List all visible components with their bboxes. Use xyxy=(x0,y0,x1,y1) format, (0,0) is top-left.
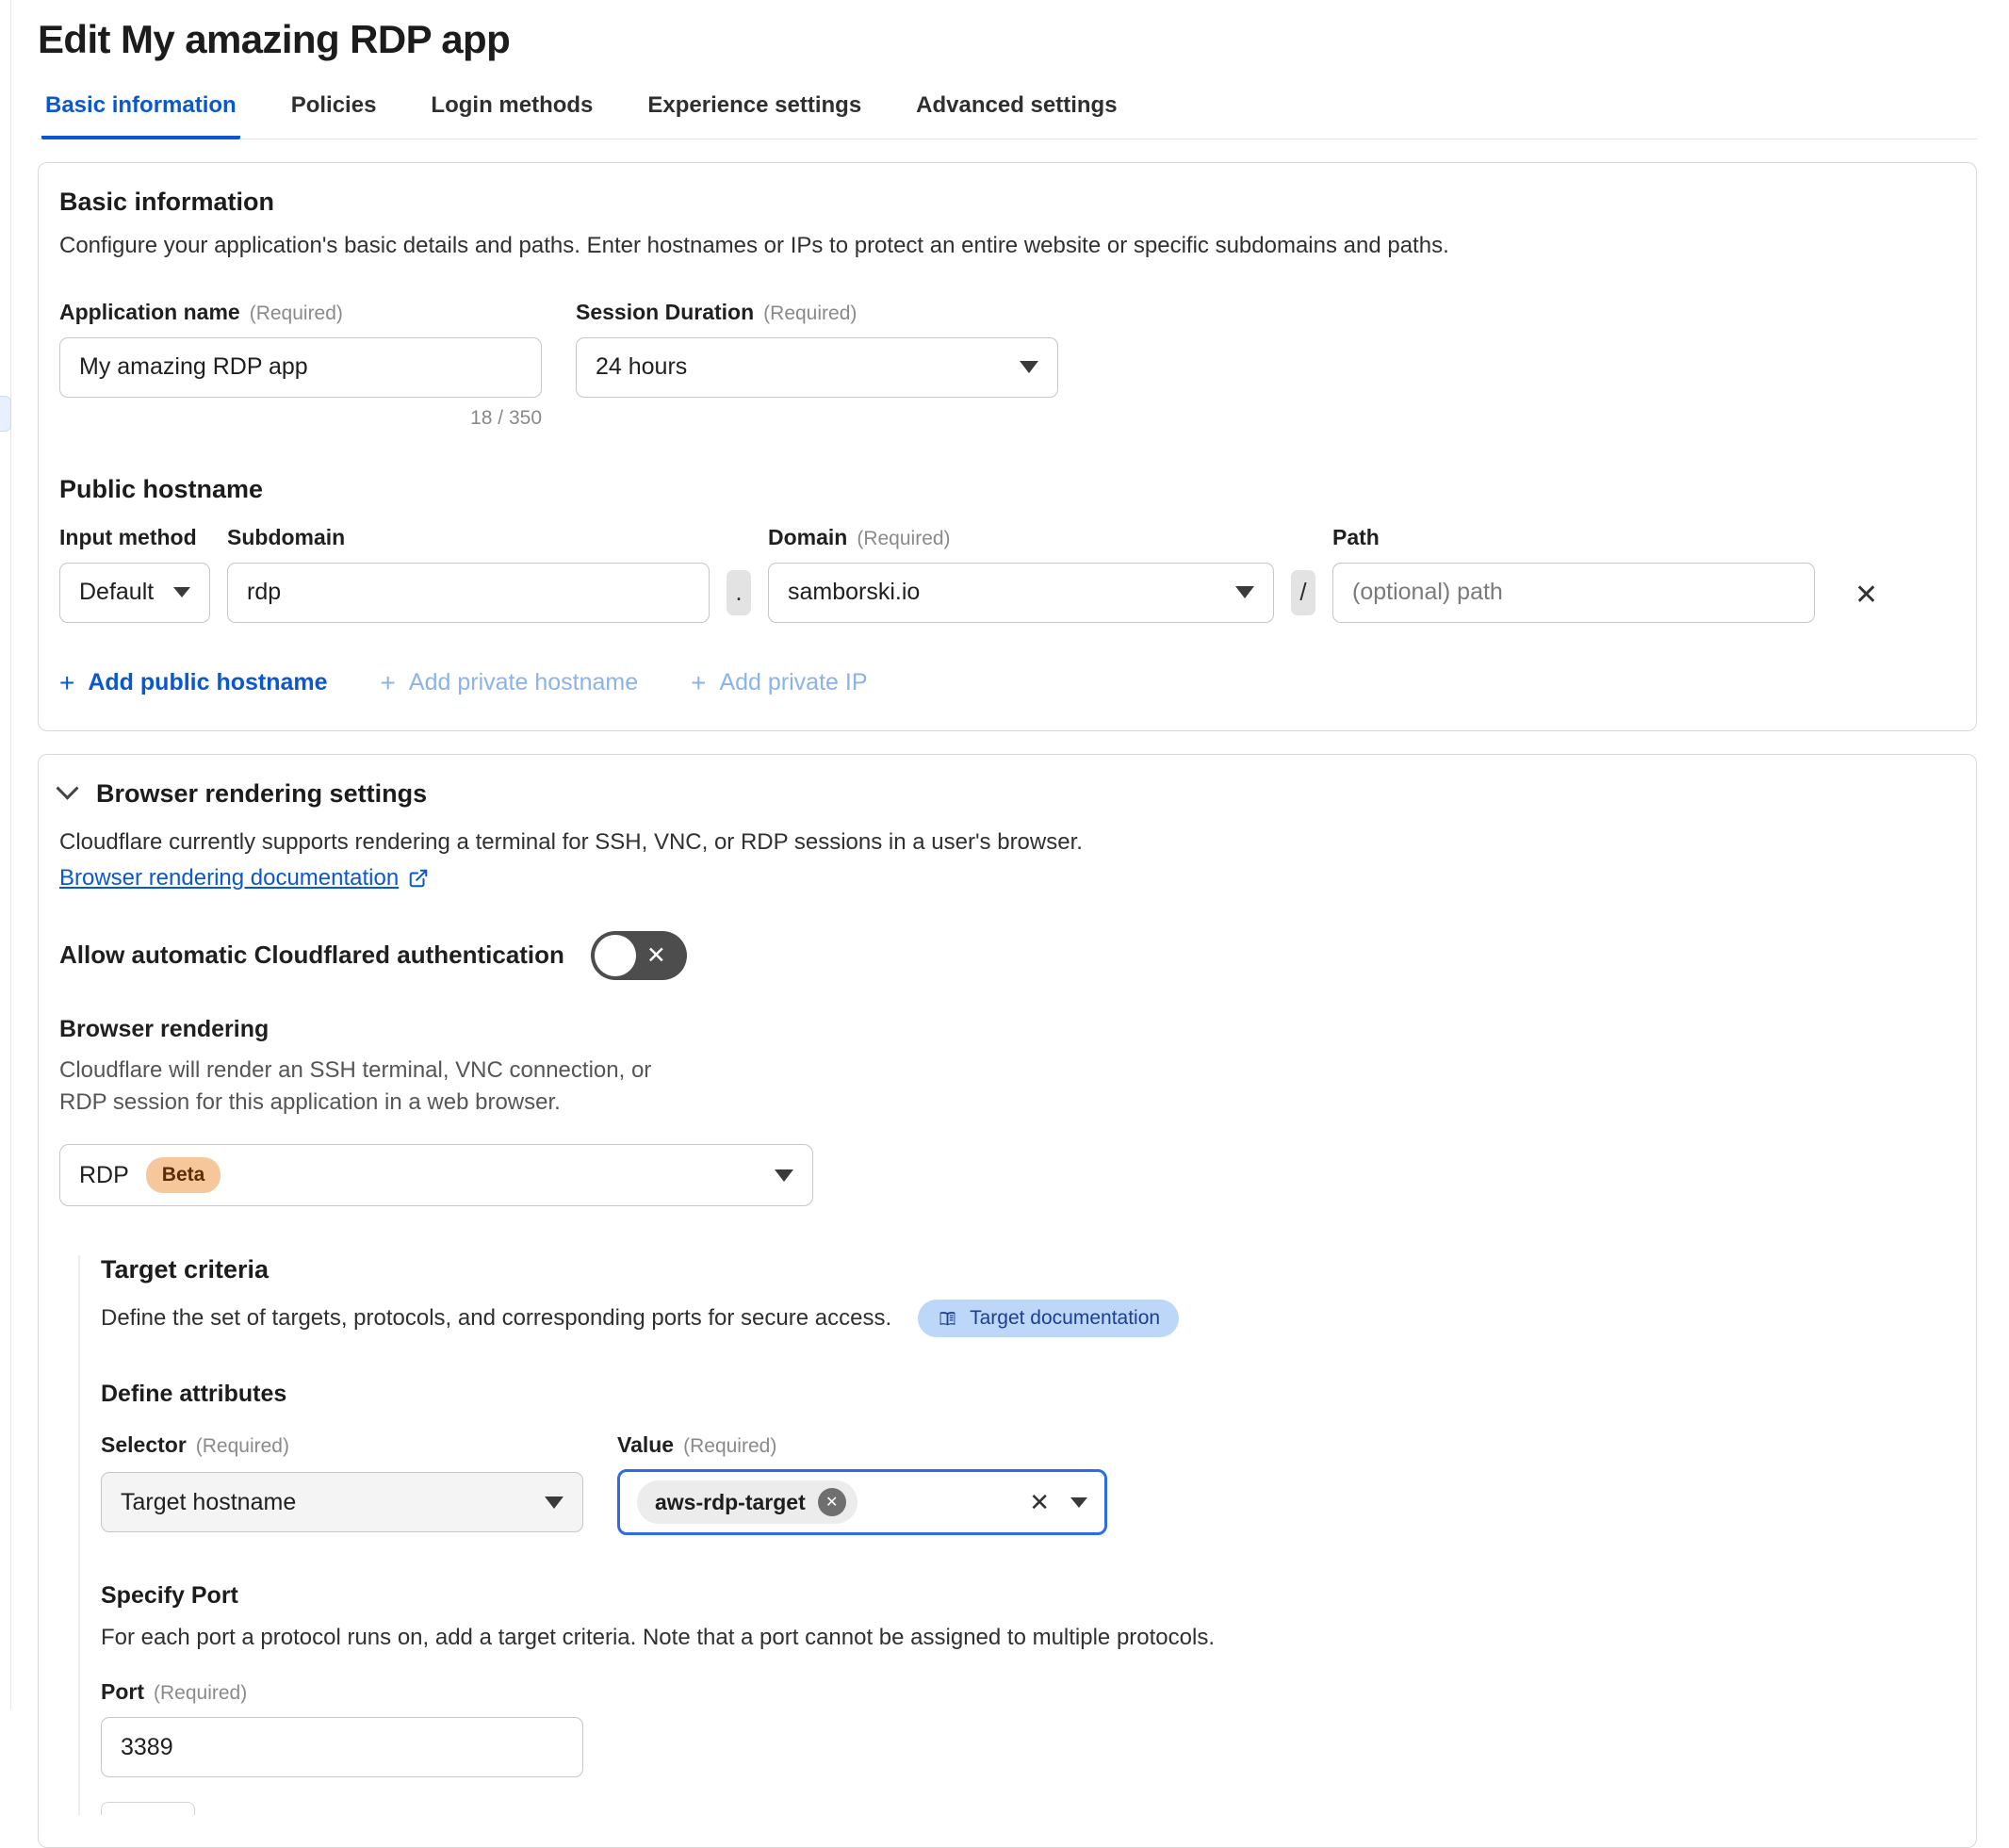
page-title: Edit My amazing RDP app xyxy=(38,17,1977,62)
value-tag: aws-rdp-target ✕ xyxy=(637,1480,858,1524)
remove-hostname-button[interactable]: ✕ xyxy=(1854,581,1878,610)
doc-link-label: Browser rendering documentation xyxy=(59,865,399,891)
target-documentation-badge[interactable]: Target documentation xyxy=(918,1300,1179,1337)
add-private-ip-label: Add private IP xyxy=(719,669,867,696)
plus-icon: + xyxy=(381,668,396,698)
session-duration-label: Session Duration xyxy=(576,300,754,325)
selector-label: Selector xyxy=(101,1432,187,1458)
chevron-down-icon xyxy=(173,587,190,597)
define-attributes-heading: Define attributes xyxy=(101,1381,1955,1408)
basic-information-heading: Basic information xyxy=(59,188,1955,217)
subdomain-label: Subdomain xyxy=(227,525,345,550)
specify-port-description: For each port a protocol runs on, add a … xyxy=(101,1625,1955,1651)
input-method-field-group: Input method Default xyxy=(59,525,210,623)
tab-bar: Basic information Policies Login methods… xyxy=(38,87,1977,139)
public-hostname-heading: Public hostname xyxy=(59,475,1955,504)
tab-login-methods[interactable]: Login methods xyxy=(427,87,596,139)
path-field-group: Path xyxy=(1332,525,1815,623)
selector-value: Target hostname xyxy=(121,1489,296,1516)
domain-label: Domain xyxy=(768,525,847,550)
toggle-off-icon: ✕ xyxy=(646,941,666,970)
toggle-knob xyxy=(595,935,636,976)
required-hint: (Required) xyxy=(250,303,343,325)
browser-rendering-mode-label: Browser rendering xyxy=(59,1016,1955,1043)
clear-values-icon[interactable]: ✕ xyxy=(1029,1488,1050,1517)
session-duration-value: 24 hours xyxy=(596,353,687,381)
hostname-actions-row: + Add public hostname + Add private host… xyxy=(59,668,1955,698)
browser-rendering-mode-select[interactable]: RDP Beta xyxy=(59,1144,813,1206)
browser-rendering-card: Browser rendering settings Cloudflare cu… xyxy=(38,754,1977,1848)
character-counter: 18 / 350 xyxy=(59,407,542,430)
browser-rendering-mode-description: Cloudflare will render an SSH terminal, … xyxy=(59,1055,672,1120)
add-private-hostname-button[interactable]: + Add private hostname xyxy=(381,668,639,698)
required-hint: (Required) xyxy=(763,303,857,325)
chevron-down-icon xyxy=(1070,1497,1087,1508)
beta-badge: Beta xyxy=(146,1157,221,1193)
value-tag-label: aws-rdp-target xyxy=(655,1490,806,1515)
tab-experience-settings[interactable]: Experience settings xyxy=(644,87,865,139)
book-icon xyxy=(937,1309,958,1329)
input-method-value: Default xyxy=(79,579,154,606)
chevron-down-icon xyxy=(775,1169,793,1182)
public-hostname-row: Input method Default Subdomain . Domain … xyxy=(59,525,1955,623)
port-input[interactable] xyxy=(101,1717,583,1777)
domain-value: samborski.io xyxy=(788,579,920,606)
tab-advanced-settings[interactable]: Advanced settings xyxy=(912,87,1120,139)
application-name-field-group: Application name (Required) 18 / 350 xyxy=(59,300,542,430)
tab-policies[interactable]: Policies xyxy=(287,87,381,139)
target-criteria-heading: Target criteria xyxy=(101,1255,1955,1284)
dot-separator: . xyxy=(727,570,751,615)
browser-rendering-heading: Browser rendering settings xyxy=(96,779,427,809)
plus-icon: + xyxy=(691,668,706,698)
input-method-label: Input method xyxy=(59,525,197,550)
browser-rendering-doc-link[interactable]: Browser rendering documentation xyxy=(59,865,429,891)
cloudflared-auth-label: Allow automatic Cloudflared authenticati… xyxy=(59,940,564,970)
basic-information-description: Configure your application's basic detai… xyxy=(59,230,1955,262)
add-public-hostname-label: Add public hostname xyxy=(88,669,327,696)
session-duration-field-group: Session Duration (Required) 24 hours xyxy=(576,300,1058,398)
cloudflared-auth-toggle[interactable]: ✕ xyxy=(591,931,687,980)
path-label: Path xyxy=(1332,525,1380,550)
application-name-input[interactable] xyxy=(59,337,542,398)
tab-basic-information[interactable]: Basic information xyxy=(41,87,240,139)
session-duration-select[interactable]: 24 hours xyxy=(576,337,1058,398)
remove-tag-icon[interactable]: ✕ xyxy=(818,1488,846,1516)
add-private-ip-button[interactable]: + Add private IP xyxy=(691,668,867,698)
add-private-hostname-label: Add private hostname xyxy=(409,669,638,696)
target-criteria-description: Define the set of targets, protocols, an… xyxy=(101,1305,891,1332)
domain-field-group: Domain (Required) samborski.io xyxy=(768,525,1274,623)
next-element-stub xyxy=(101,1802,195,1815)
slash-separator: / xyxy=(1291,570,1315,615)
input-method-select[interactable]: Default xyxy=(59,563,210,623)
domain-select[interactable]: samborski.io xyxy=(768,563,1274,623)
target-criteria-section: Target criteria Define the set of target… xyxy=(78,1255,1955,1815)
browser-rendering-mode-value: RDP xyxy=(79,1162,129,1189)
value-label: Value xyxy=(617,1432,674,1458)
browser-rendering-header[interactable]: Browser rendering settings xyxy=(59,779,1955,809)
plus-icon: + xyxy=(59,668,74,698)
subdomain-input[interactable] xyxy=(227,563,710,623)
value-multiselect[interactable]: aws-rdp-target ✕ ✕ xyxy=(617,1469,1107,1535)
chevron-down-icon xyxy=(1020,361,1038,373)
path-input[interactable] xyxy=(1332,563,1815,623)
required-hint: (Required) xyxy=(683,1435,776,1458)
required-hint: (Required) xyxy=(154,1682,247,1705)
required-hint: (Required) xyxy=(857,528,950,550)
selector-select[interactable]: Target hostname xyxy=(101,1472,583,1532)
chevron-down-icon xyxy=(545,1496,564,1509)
external-link-icon xyxy=(408,868,429,889)
chevron-down-icon xyxy=(1235,586,1254,598)
specify-port-heading: Specify Port xyxy=(101,1582,1955,1610)
main-content: Edit My amazing RDP app Basic informatio… xyxy=(0,0,2009,1848)
port-label: Port xyxy=(101,1679,144,1705)
add-public-hostname-button[interactable]: + Add public hostname xyxy=(59,668,328,698)
target-documentation-label: Target documentation xyxy=(970,1307,1160,1330)
required-hint: (Required) xyxy=(196,1435,289,1458)
basic-information-card: Basic information Configure your applica… xyxy=(38,162,1977,731)
subdomain-field-group: Subdomain xyxy=(227,525,710,623)
browser-rendering-description: Cloudflare currently supports rendering … xyxy=(59,829,1955,856)
chevron-down-icon[interactable] xyxy=(56,777,78,799)
cloudflared-auth-row: Allow automatic Cloudflared authenticati… xyxy=(59,931,1955,980)
application-name-label: Application name xyxy=(59,300,240,325)
